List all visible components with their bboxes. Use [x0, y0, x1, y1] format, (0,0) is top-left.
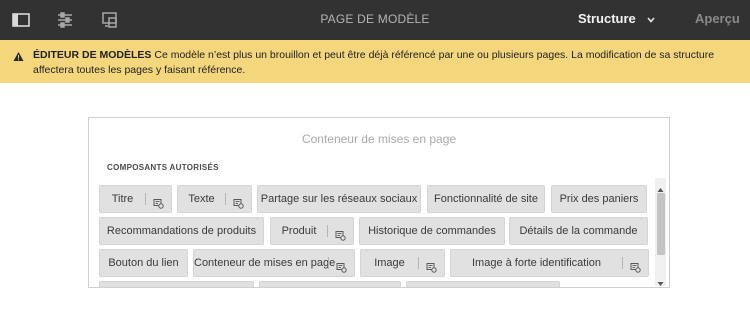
chip-separator [327, 225, 328, 237]
component-chip-label: Produit [281, 225, 317, 237]
alert-title: ÉDITEUR DE MODÈLES [33, 49, 152, 61]
scrollbar-thumb[interactable] [657, 193, 665, 255]
scroll-up-icon[interactable] [656, 181, 665, 192]
component-chip[interactable]: Détails de la commande [509, 217, 648, 245]
preview-button[interactable]: Aperçu [695, 11, 740, 26]
template-editor-alert: ÉDITEUR DE MODÈLES Ce modèle n’est plus … [0, 40, 750, 83]
component-chip[interactable]: Historique de commandes [359, 217, 505, 245]
component-chip-label: Titre [111, 193, 134, 205]
component-chip[interactable]: Fonctionnalité de site [427, 185, 545, 213]
component-chip-label: Partage sur les réseaux sociaux [260, 193, 418, 205]
component-chip-label: Recommandations de produits [106, 225, 257, 237]
component-chip-label: Conteneur de mises en page [194, 257, 336, 269]
component-chip-label: Texte [188, 193, 215, 205]
component-chip[interactable] [259, 281, 401, 287]
component-chip[interactable]: Produit [270, 217, 354, 245]
component-chip[interactable] [99, 281, 254, 287]
warning-icon [13, 51, 24, 62]
component-chip[interactable]: Bouton du lien [99, 249, 188, 277]
allowed-components-label: COMPOSANTS AUTORISÉS [107, 163, 219, 172]
component-chip[interactable] [406, 281, 560, 287]
chip-separator [418, 257, 419, 269]
component-policy-icon[interactable] [335, 225, 346, 241]
component-policy-icon[interactable] [153, 193, 164, 209]
component-chip[interactable]: Recommandations de produits [99, 217, 264, 245]
chip-separator [225, 193, 226, 205]
component-policy-icon[interactable] [426, 257, 437, 273]
component-chip[interactable]: Image [360, 249, 445, 277]
component-chip[interactable]: Prix des paniers [551, 185, 647, 213]
page-title: PAGE DE MODÈLE [320, 12, 430, 26]
component-chip-label: Détails de la commande [519, 225, 638, 237]
component-policy-icon[interactable] [630, 257, 641, 273]
component-chip-label: Prix des paniers [559, 193, 639, 205]
chevron-down-icon[interactable] [645, 13, 657, 25]
mode-selector[interactable]: Structure [578, 11, 636, 26]
chip-separator [328, 257, 329, 269]
component-chip[interactable]: Titre [99, 185, 172, 213]
component-chip-label: Bouton du lien [108, 257, 179, 269]
scroll-down-icon[interactable] [656, 275, 665, 286]
component-chip-label: Historique de commandes [368, 225, 496, 237]
component-chip[interactable]: Texte [177, 185, 252, 213]
component-chip-label: Image à forte identification [471, 257, 602, 269]
top-toolbar: PAGE DE MODÈLE Structure Aperçu [0, 0, 750, 40]
component-chip[interactable]: Conteneur de mises en page [193, 249, 355, 277]
layout-container[interactable]: Conteneur de mises en page COMPOSANTS AU… [88, 117, 670, 288]
component-chip[interactable]: Partage sur les réseaux sociaux [257, 185, 421, 213]
container-title: Conteneur de mises en page [301, 132, 457, 146]
component-policy-icon[interactable] [336, 257, 347, 273]
alert-message: ÉDITEUR DE MODÈLES Ce modèle n’est plus … [33, 48, 733, 78]
component-chip[interactable]: Image à forte identification [450, 249, 649, 277]
chip-separator [622, 257, 623, 269]
component-policy-icon[interactable] [233, 193, 244, 209]
component-chip-label: Fonctionnalité de site [434, 193, 538, 205]
chip-separator [145, 193, 146, 205]
component-chip-label: Image [374, 257, 405, 269]
